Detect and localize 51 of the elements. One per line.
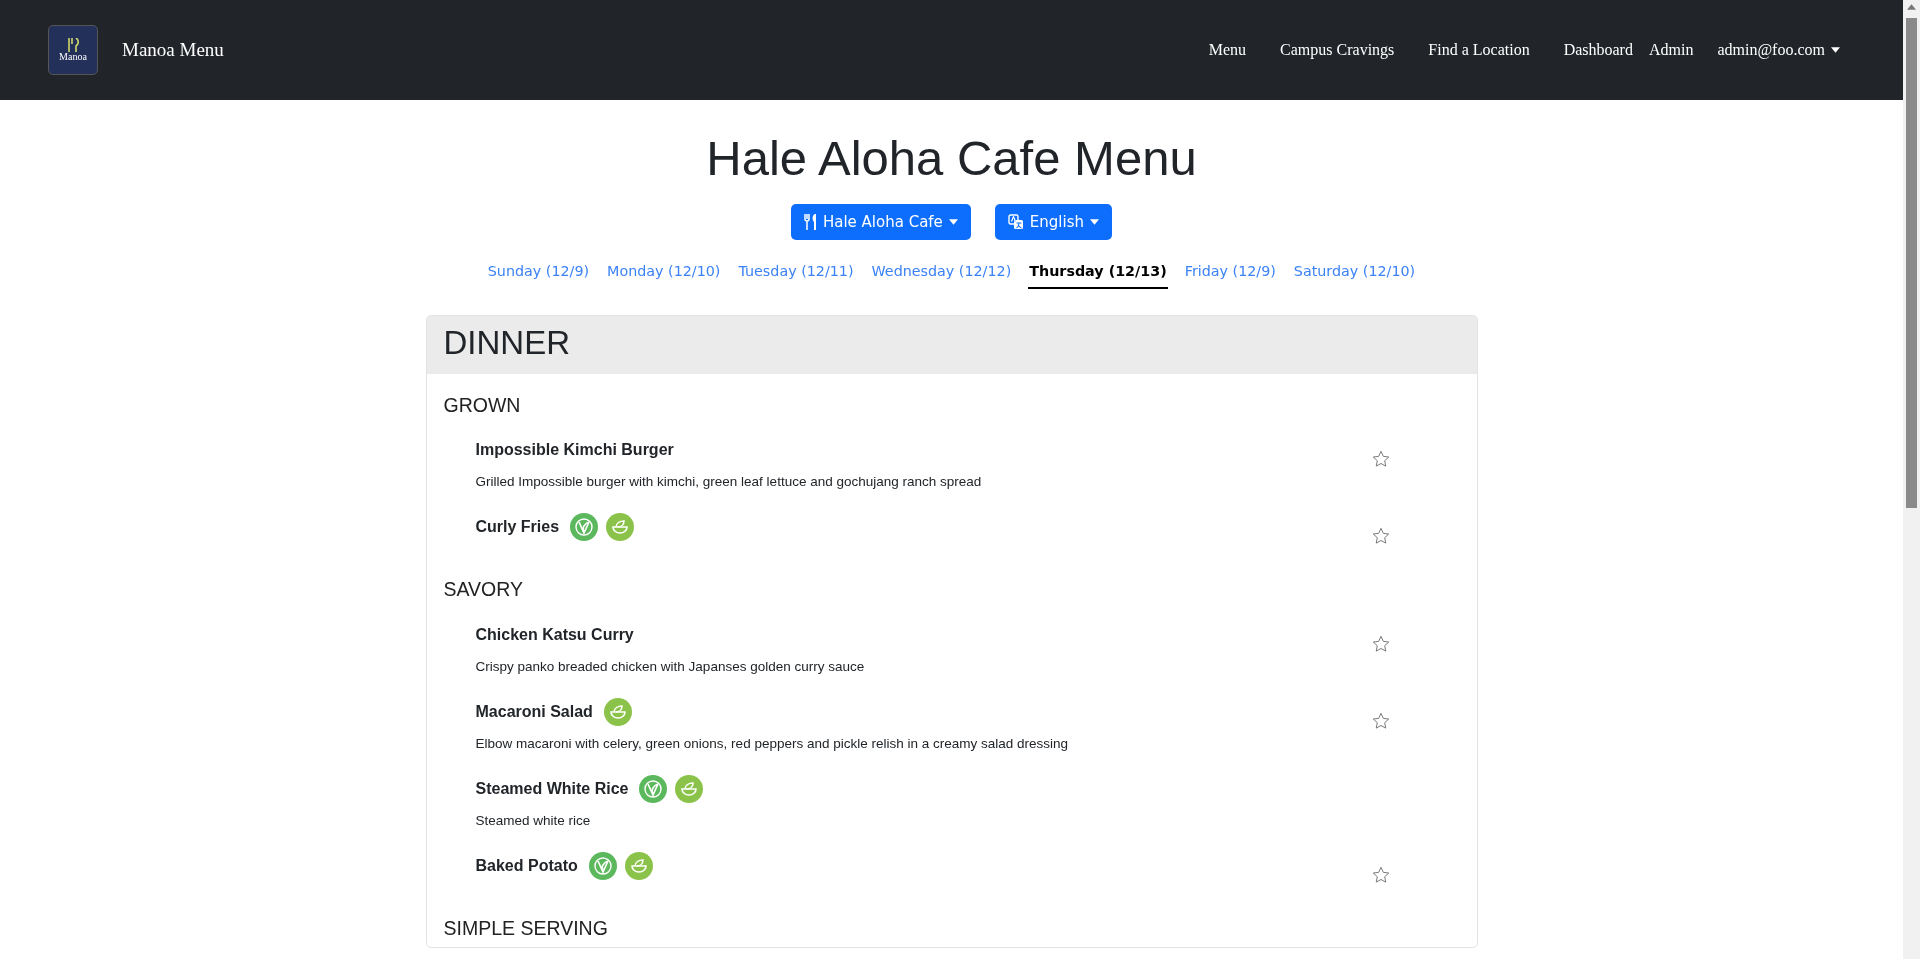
day-tab[interactable]: Monday (12/10) bbox=[606, 257, 722, 289]
fork-knife-icon bbox=[803, 214, 817, 230]
nav-link[interactable]: Campus Cravings bbox=[1280, 33, 1395, 67]
nav-link[interactable]: Admin bbox=[1648, 33, 1694, 67]
dish-name: Curly Fries bbox=[475, 518, 560, 537]
caret-icon bbox=[1090, 219, 1100, 225]
day-tab[interactable]: Wednesday (12/12) bbox=[870, 257, 1013, 289]
day-tab[interactable]: Thursday (12/13) bbox=[1028, 257, 1168, 289]
location-dropdown[interactable]: Hale Aloha Cafe bbox=[790, 204, 971, 240]
nav-link[interactable]: Find a Location bbox=[1428, 33, 1530, 67]
dish-description: Crispy panko breaded chicken with Japanses golden curry sauce bbox=[475, 658, 866, 674]
dish-name: Macaroni Salad bbox=[475, 702, 593, 721]
dish-name: Impossible Kimchi Burger bbox=[475, 441, 674, 460]
page-title: Hale Aloha Cafe Menu bbox=[705, 130, 1198, 186]
caret-icon bbox=[948, 219, 958, 225]
salad-bowl-icon bbox=[624, 851, 653, 880]
caret-icon bbox=[1831, 47, 1840, 53]
logo-icon[interactable]: Manoa bbox=[48, 25, 98, 75]
star-icon[interactable] bbox=[1371, 865, 1390, 884]
nav-link[interactable]: Dashboard bbox=[1563, 33, 1633, 67]
salad-bowl-icon bbox=[675, 774, 704, 803]
category-title: SIMPLE SERVING bbox=[443, 916, 609, 940]
scrollbar[interactable] bbox=[1903, 0, 1920, 959]
meal-title: DINNER bbox=[426, 316, 1477, 374]
dish-description: Grilled Impossible burger with kimchi, green leaf lettuce and gochujang ranch spread bbox=[475, 474, 983, 490]
salad-bowl-icon bbox=[606, 513, 635, 542]
account-dropdown[interactable]: admin@foo.com bbox=[1717, 33, 1840, 67]
day-tab[interactable]: Tuesday (12/11) bbox=[737, 257, 855, 289]
dish-name: Steamed White Rice bbox=[475, 779, 629, 798]
day-tab[interactable]: Saturday (12/10) bbox=[1292, 257, 1417, 289]
star-icon[interactable] bbox=[1371, 527, 1390, 546]
language-dropdown[interactable]: English bbox=[994, 204, 1113, 240]
category-title: GROWN bbox=[443, 394, 522, 417]
dish-description: Steamed white rice bbox=[475, 812, 592, 828]
vegan-leaf-icon bbox=[570, 513, 599, 542]
star-icon[interactable] bbox=[1371, 450, 1390, 469]
translate-icon bbox=[1007, 214, 1024, 230]
nav-link[interactable]: Menu bbox=[1208, 33, 1247, 67]
dish-name: Baked Potato bbox=[475, 856, 578, 875]
star-icon[interactable] bbox=[1371, 634, 1390, 653]
category-title: SAVORY bbox=[443, 578, 524, 601]
scroll-up-icon[interactable] bbox=[1907, 4, 1916, 10]
vegan-leaf-icon bbox=[639, 774, 668, 803]
dish-description: Elbow macaroni with celery, green onions, red peppers and pickle relish in a creamy salad dressing bbox=[475, 735, 1070, 751]
day-tab[interactable]: Friday (12/9) bbox=[1183, 257, 1277, 289]
dish-name: Chicken Katsu Curry bbox=[475, 625, 634, 644]
salad-bowl-icon bbox=[603, 697, 632, 726]
vegan-leaf-icon bbox=[588, 851, 617, 880]
day-tab[interactable]: Sunday (12/9) bbox=[486, 257, 591, 289]
brand-link[interactable]: Manoa Menu bbox=[122, 39, 224, 61]
star-icon[interactable] bbox=[1371, 711, 1390, 730]
